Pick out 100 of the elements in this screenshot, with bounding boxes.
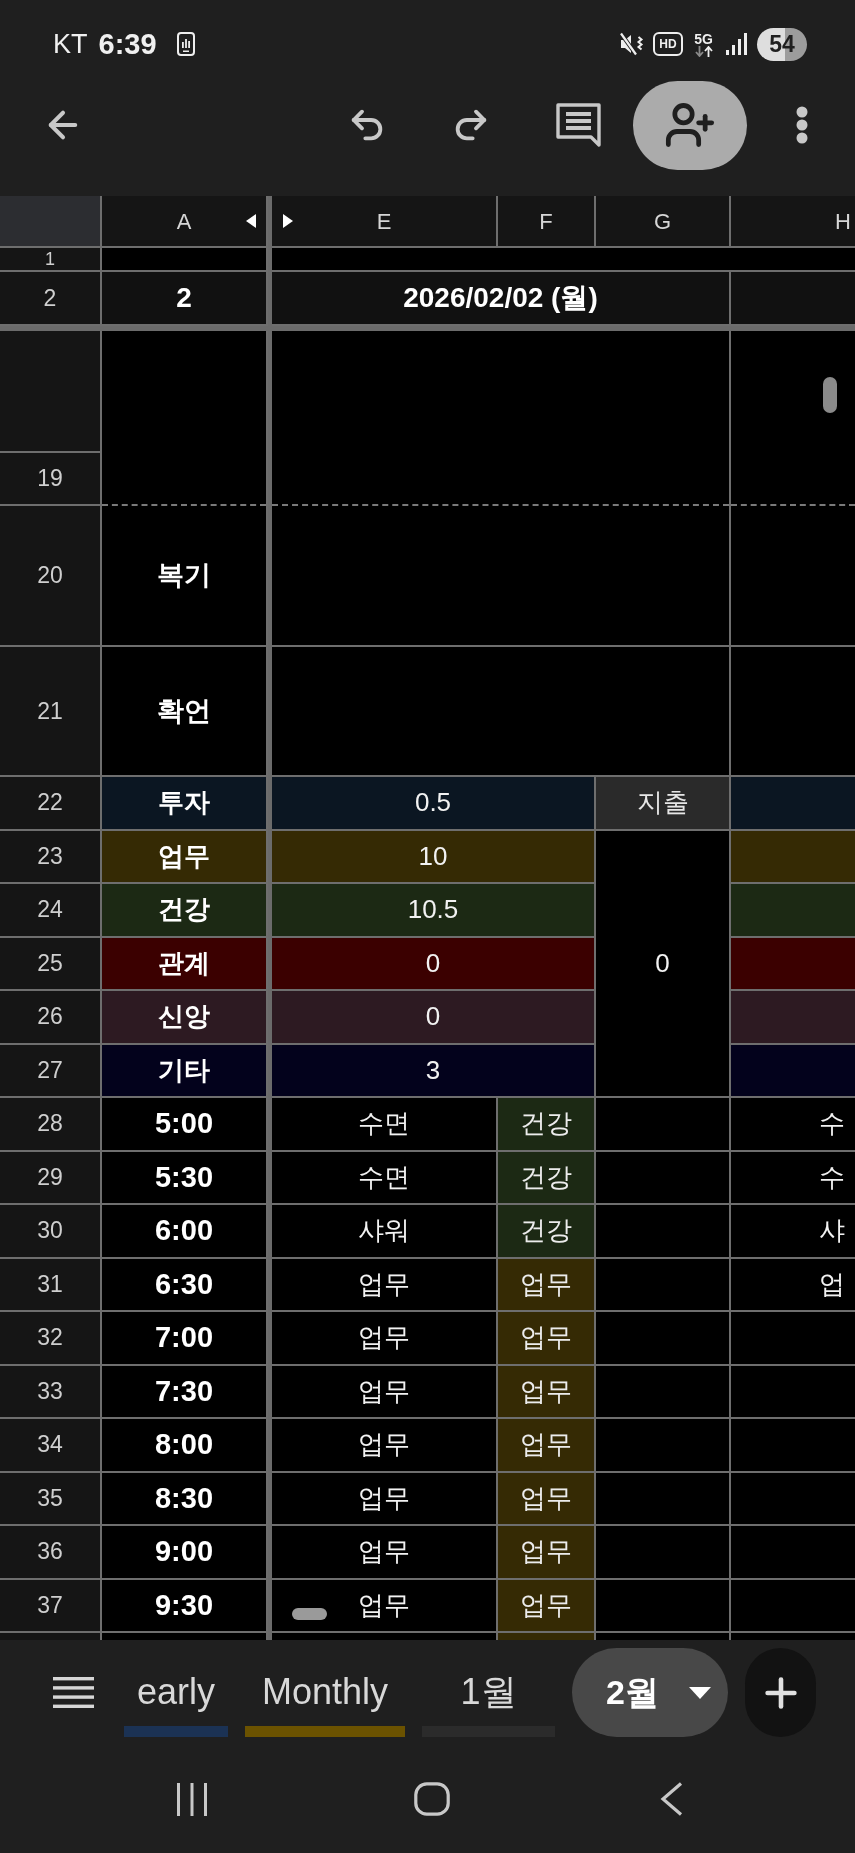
row-number: 29 [0,1151,102,1205]
table-cell: 7:30 [102,1365,268,1419]
column-header[interactable]: F [498,196,596,248]
sheet-tab[interactable]: Monthly [245,1648,405,1737]
category-cell: 업무 [498,1258,596,1312]
table-cell: 업무 [272,1419,498,1473]
category-label: 기타 [102,1044,268,1098]
row-number: 22 [0,777,102,831]
table-cell: 10.5 [272,884,596,938]
back-icon[interactable] [660,1782,683,1816]
table-cell: 6:00 [102,1205,268,1259]
table-cell: 6:30 [102,1258,268,1312]
category-cell: 업무 [498,1472,596,1526]
home-icon[interactable] [414,1782,450,1816]
table-cell: 5:00 [102,1098,268,1152]
table-cell: 업무 [272,1472,498,1526]
table-cell: 수면 [272,1098,498,1152]
row-number: 24 [0,884,102,938]
table-cell: 5:30 [102,1151,268,1205]
row-number: 31 [0,1258,102,1312]
category-cell: 건강 [498,1098,596,1152]
vertical-scrollbar-thumb[interactable] [823,377,837,413]
carrier-name: KT [53,30,88,58]
select-all-corner[interactable] [0,196,102,248]
table-cell: 0 [272,937,596,991]
table-cell: 확언 [102,647,268,777]
row-number: 37 [0,1579,102,1633]
table-cell: 3 [272,1044,596,1098]
table-cell: 복기 [102,506,268,647]
category-cell: 업무 [498,1312,596,1366]
sheet-tab[interactable]: early [124,1648,228,1737]
date-cell: 2026/02/02 (월) [272,272,731,326]
mute-icon [619,32,645,56]
category-cell: 업무 [498,1579,596,1633]
table-cell: 8:00 [102,1419,268,1473]
right-triangle-icon[interactable] [283,214,293,228]
table-cell: 9:00 [102,1526,268,1580]
category-label: 건강 [102,884,268,938]
category-label: 신앙 [102,991,268,1045]
row-number: 2 [0,272,102,326]
row-number: 19 [0,453,102,506]
row-number: 30 [0,1205,102,1259]
left-triangle-icon[interactable] [246,214,256,228]
category-label: 관계 [102,937,268,991]
table-cell: 업무 [272,1579,498,1633]
column-header[interactable]: A [102,196,268,248]
category-cell: 건강 [498,1205,596,1259]
table-cell: 7:00 [102,1312,268,1366]
hd-indicator: HD [653,32,683,56]
comment-icon[interactable] [555,103,601,147]
table-cell: 수 [731,1151,855,1205]
more-icon[interactable] [796,106,808,144]
network-type: 5G [694,31,713,46]
row-number: 25 [0,937,102,991]
row-number: 32 [0,1312,102,1366]
row-number: 23 [0,830,102,884]
column-header[interactable]: G [596,196,731,248]
category-label: 투자 [102,777,268,831]
category-cell: 건강 [498,1151,596,1205]
table-cell: 0 [272,991,596,1045]
row-number: 36 [0,1526,102,1580]
table-cell: 8:30 [102,1472,268,1526]
column-header[interactable]: H [731,196,855,248]
table-cell: 업무 [272,1365,498,1419]
table-cell: 업무 [272,1258,498,1312]
category-cell: 업무 [498,1365,596,1419]
menu-icon[interactable] [52,1677,94,1708]
table-cell: 0 [596,830,731,1098]
row-number: 27 [0,1044,102,1098]
signal-icon [726,33,748,55]
sheet-tab[interactable]: 1월 [422,1648,555,1737]
recent-apps-icon[interactable] [176,1782,208,1816]
phone-chart-icon [176,32,195,56]
horizontal-scrollbar-thumb[interactable] [292,1608,327,1620]
table-cell: 10 [272,830,596,884]
row-number: 28 [0,1098,102,1152]
clock-time: 6:39 [98,29,157,59]
table-cell: 업무 [272,1312,498,1366]
table-cell: 지출 [596,777,731,831]
table-cell: 샤 [731,1205,855,1259]
category-cell: 업무 [498,1419,596,1473]
sheet-tab[interactable]: 2월 [572,1648,728,1737]
table-cell: 업 [731,1258,855,1312]
row-number: 35 [0,1472,102,1526]
row-number: 21 [0,647,102,777]
table-cell: 업무 [272,1526,498,1580]
row-number: 34 [0,1419,102,1473]
table-cell: 샤워 [272,1205,498,1259]
table-cell: 0.5 [272,777,596,831]
caret-down-icon[interactable] [689,1686,711,1699]
category-cell: 업무 [498,1526,596,1580]
table-cell: 2 [102,272,268,326]
column-header[interactable]: E [272,196,498,248]
table-cell: 수 [731,1098,855,1152]
category-label: 업무 [102,830,268,884]
battery-indicator: 54 [757,27,807,61]
table-cell: 수면 [272,1151,498,1205]
row-number: 20 [0,506,102,647]
row-number: 1 [0,248,102,272]
row-number: 26 [0,991,102,1045]
